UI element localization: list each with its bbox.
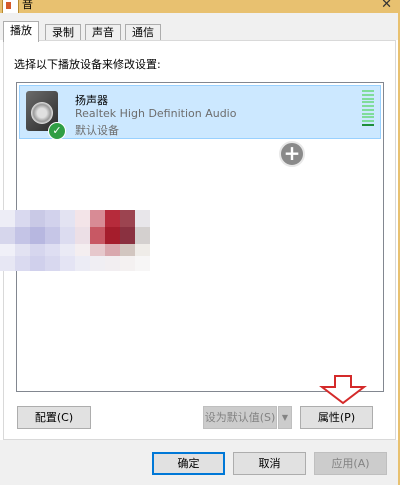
volume-level-meter	[362, 90, 374, 126]
mosaic-block	[0, 227, 15, 244]
device-status: 默认设备	[75, 124, 119, 137]
configure-button[interactable]: 配置(C)	[17, 406, 91, 429]
tab-playback[interactable]: 播放	[3, 21, 39, 42]
mosaic-block	[60, 256, 75, 271]
mosaic-block	[105, 244, 120, 256]
mosaic-block	[90, 227, 105, 244]
set-default-dropdown-icon[interactable]: ▼	[278, 406, 292, 429]
mosaic-block	[30, 256, 45, 271]
mosaic-block	[135, 210, 150, 227]
device-item-speakers[interactable]: ✓ 扬声器 Realtek High Definition Audio 默认设备	[19, 85, 381, 140]
mosaic-block	[0, 210, 15, 227]
mosaic-block	[90, 244, 105, 256]
properties-button[interactable]: 属性(P)	[300, 406, 373, 429]
mosaic-block	[30, 210, 45, 227]
mosaic-block	[45, 256, 60, 271]
mosaic-block	[75, 256, 90, 271]
mosaic-block	[120, 210, 135, 227]
mosaic-block	[75, 244, 90, 256]
level-segment	[362, 112, 374, 115]
default-check-icon: ✓	[48, 122, 66, 140]
set-default-button[interactable]: 设为默认值(S)	[203, 406, 277, 429]
mosaic-block	[0, 244, 15, 256]
mosaic-block	[15, 244, 30, 256]
mosaic-block	[45, 227, 60, 244]
mosaic-block	[75, 227, 90, 244]
level-segment	[362, 105, 374, 108]
mosaic-block	[60, 210, 75, 227]
mosaic-block	[135, 244, 150, 256]
window-title: 音	[22, 0, 33, 11]
plus-cursor-icon: +	[279, 141, 305, 167]
title-bar	[0, 0, 400, 13]
tab-recording[interactable]: 录制	[45, 24, 81, 41]
device-name: 扬声器	[75, 94, 108, 107]
mosaic-block	[45, 210, 60, 227]
level-segment	[362, 116, 374, 119]
mosaic-block	[135, 256, 150, 271]
apply-button[interactable]: 应用(A)	[314, 452, 387, 475]
level-segment	[362, 123, 374, 126]
level-segment	[362, 93, 374, 96]
level-segment	[362, 101, 374, 104]
mosaic-block	[60, 244, 75, 256]
mosaic-block	[15, 227, 30, 244]
mosaic-block	[15, 256, 30, 271]
mosaic-block	[30, 227, 45, 244]
mosaic-block	[105, 210, 120, 227]
mosaic-block	[120, 227, 135, 244]
mosaic-block	[135, 227, 150, 244]
mosaic-block	[90, 210, 105, 227]
cancel-button[interactable]: 取消	[233, 452, 306, 475]
mosaic-block	[120, 256, 135, 271]
mosaic-block	[60, 227, 75, 244]
mosaic-block	[120, 244, 135, 256]
instruction-label: 选择以下播放设备来修改设置:	[14, 58, 161, 71]
mosaic-block	[0, 256, 15, 271]
close-icon[interactable]: ✕	[381, 0, 392, 12]
mosaic-block	[105, 256, 120, 271]
mosaic-block	[105, 227, 120, 244]
tab-communications[interactable]: 通信	[125, 24, 161, 41]
red-arrow-annotation-icon	[319, 375, 367, 405]
mosaic-block	[45, 244, 60, 256]
mosaic-block	[15, 210, 30, 227]
level-segment	[362, 97, 374, 100]
device-driver: Realtek High Definition Audio	[75, 107, 237, 120]
tab-sounds[interactable]: 声音	[85, 24, 121, 41]
level-segment	[362, 108, 374, 111]
mosaic-block	[30, 244, 45, 256]
mosaic-block	[75, 210, 90, 227]
level-segment	[362, 120, 374, 123]
ok-button[interactable]: 确定	[152, 452, 225, 475]
level-segment	[362, 90, 374, 92]
mosaic-block	[90, 256, 105, 271]
